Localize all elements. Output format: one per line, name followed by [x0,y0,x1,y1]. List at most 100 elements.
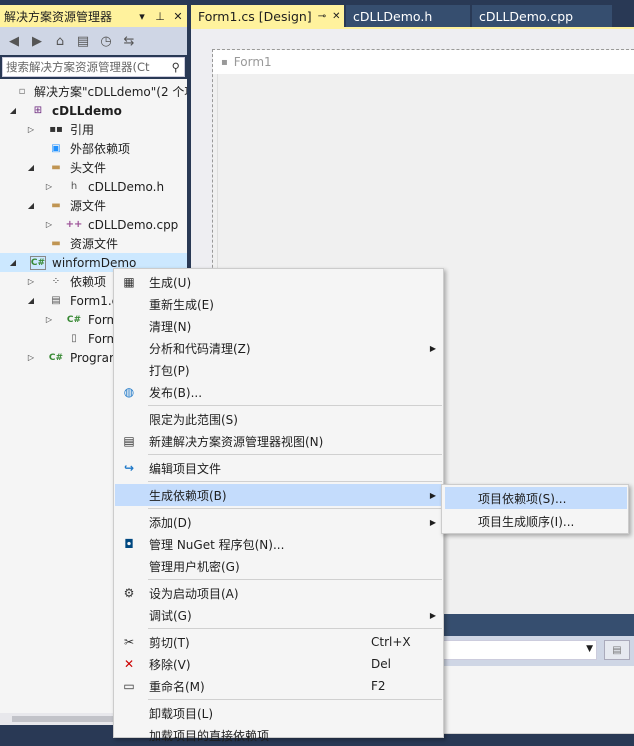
back-icon[interactable]: ◀ [4,31,24,51]
menu-item-new-view[interactable]: ▤ 新建解决方案资源管理器视图(N) [115,430,444,452]
form-app-icon: ▪ [221,56,228,68]
menu-separator [148,405,442,406]
dropdown-icon[interactable]: ▾ [133,10,151,23]
collapse-icon[interactable]: ◢ [26,296,36,305]
sync-icon[interactable]: ⇆ [119,31,139,51]
search-icon[interactable]: ⚲ [168,60,184,74]
collapse-icon[interactable]: ◢ [26,163,36,172]
collapse-icon[interactable]: ◢ [8,258,18,267]
solution-explorer-titlebar: 解决方案资源管理器 ▾ ⊥ ✕ [0,5,187,27]
tree-item-header-files[interactable]: ◢ ▬ 头文件 [0,158,187,177]
close-icon[interactable]: ✕ [169,10,187,23]
cpp-project-icon: ⊞ [33,105,43,116]
csharp-file-icon: C# [48,352,64,363]
solution-icon: ▫ [18,86,26,97]
tree-item-cdlldemo[interactable]: ◢ ⊞ cDLLdemo [0,101,187,120]
menu-item-rename[interactable]: ▭ 重命名(M) F2 [115,675,444,697]
tab-form1-design[interactable]: Form1.cs [Design] ⊸ ✕ [191,5,344,27]
menu-item-edit-project[interactable]: ↪ 编辑项目文件 [115,457,444,479]
cut-icon: ✂ [123,635,135,649]
tree-item-cdlldemo-h[interactable]: ▷ h cDLLDemo.h [0,177,187,196]
home-icon[interactable]: ⌂ [50,31,70,51]
file-icon: ▯ [71,333,77,344]
tab-cdlldemo-h[interactable]: cDLLDemo.h [346,5,470,27]
chevron-down-icon[interactable]: ▼ [586,644,593,654]
properties-grid [441,666,634,734]
csharp-project-icon: C# [30,255,46,270]
context-menu: ▦ 生成(U) 重新生成(E) 清理(N) 分析和代码清理(Z) ▶ 打包(P)… [113,268,444,743]
submenu-arrow-icon: ▶ [429,343,436,353]
collapse-icon[interactable]: ◢ [8,106,18,115]
new-view-icon: ▤ [123,434,135,448]
menu-item-scope[interactable]: 限定为此范围(S) [115,408,444,430]
csharp-file-icon: C# [66,314,82,325]
remove-icon: ✕ [123,657,135,671]
menu-item-load-direct-deps[interactable]: 加载项目的直接依赖项 [115,724,444,746]
cpp-file-icon: ++ [65,219,83,230]
menu-item-publish[interactable]: ◍ 发布(B)... [115,381,444,403]
expand-icon[interactable]: ▷ [26,277,36,286]
solution-explorer-title: 解决方案资源管理器 [4,9,113,24]
expand-icon[interactable]: ▷ [44,182,54,191]
pin-icon[interactable]: ⊸ [318,11,326,22]
tree-item-external-deps[interactable]: ▣ 外部依赖项 [0,139,187,158]
submenu-arrow-icon: ▶ [429,490,436,500]
form-icon: ▤ [51,295,61,306]
nuget-icon: ◘ [124,537,134,551]
tree-item-cdlldemo-cpp[interactable]: ▷ ++ cDLLDemo.cpp [0,215,187,234]
menu-separator [148,628,442,629]
menu-separator [148,508,442,509]
folder-icon: ▬ [51,238,61,249]
publish-icon: ◍ [123,385,135,399]
submenu-item-build-order[interactable]: 项目生成顺序(I)... [445,510,627,532]
submenu-arrow-icon: ▶ [429,517,436,527]
menu-item-pack[interactable]: 打包(P) [115,359,444,381]
collapse-icon[interactable]: ◢ [26,201,36,210]
tree-item-solution[interactable]: ▫ 解决方案"cDLLdemo"(2 个项 [0,82,187,101]
gear-icon: ⚙ [123,586,135,600]
object-selector-combo[interactable]: ▼ [443,640,597,660]
menu-item-remove[interactable]: ✕ 移除(V) Del [115,653,444,675]
properties-icon: ▤ [612,644,622,656]
tree-item-references[interactable]: ▷ ▪▪ 引用 [0,120,187,139]
expand-icon[interactable]: ▷ [44,220,54,229]
pin-icon[interactable]: ⊥ [151,10,169,23]
forward-icon[interactable]: ▶ [27,31,47,51]
tab-cdlldemo-cpp[interactable]: cDLLDemo.cpp [472,5,612,27]
tree-item-source-files[interactable]: ◢ ▬ 源文件 [0,196,187,215]
submenu-item-project-dependencies[interactable]: 项目依赖项(S)... [445,487,627,509]
menu-separator [148,699,442,700]
menu-item-cut[interactable]: ✂ 剪切(T) Ctrl+X [115,631,444,653]
menu-item-user-secrets[interactable]: 管理用户机密(G) [115,555,444,577]
menu-separator [148,579,442,580]
menu-item-analyze[interactable]: 分析和代码清理(Z) ▶ [115,337,444,359]
dependencies-icon: ⁘ [51,276,61,287]
form-titlebar[interactable]: ▪ Form1 [213,50,634,74]
solution-explorer-toolbar: ◀ ▶ ⌂ ▤ ◷ ⇆ [0,27,187,55]
menu-item-unload[interactable]: 卸载项目(L) [115,702,444,724]
menu-item-clean[interactable]: 清理(N) [115,315,444,337]
document-tabstrip: Form1.cs [Design] ⊸ ✕ cDLLDemo.h cDLLDem… [191,5,634,27]
properties-button[interactable]: ▤ [604,640,630,660]
expand-icon[interactable]: ▷ [26,353,36,362]
menu-item-build-dependencies[interactable]: 生成依赖项(B) ▶ [115,484,444,506]
menu-item-debug[interactable]: 调试(G) ▶ [115,604,444,626]
expand-icon[interactable]: ▷ [26,125,36,134]
solution-explorer-search-input[interactable]: 搜索解决方案资源管理器(Ct ⚲ [2,57,185,77]
menu-item-set-startup[interactable]: ⚙ 设为启动项目(A) [115,582,444,604]
build-dependencies-submenu: 项目依赖项(S)... 项目生成顺序(I)... [441,484,629,534]
build-icon: ▦ [123,275,135,289]
form-title: Form1 [233,55,272,69]
menu-item-add[interactable]: 添加(D) ▶ [115,511,444,533]
close-icon[interactable]: ✕ [332,11,340,22]
properties-titlebar [441,614,634,636]
switch-views-icon[interactable]: ▤ [73,31,93,51]
expand-icon[interactable]: ▷ [44,315,54,324]
pending-changes-icon[interactable]: ◷ [96,31,116,51]
menu-separator [148,481,442,482]
submenu-arrow-icon: ▶ [429,610,436,620]
menu-item-nuget[interactable]: ◘ 管理 NuGet 程序包(N)... [115,533,444,555]
menu-item-rebuild[interactable]: 重新生成(E) [115,293,444,315]
menu-item-build[interactable]: ▦ 生成(U) [115,271,444,293]
tree-item-resource-files[interactable]: ▬ 资源文件 [0,234,187,253]
